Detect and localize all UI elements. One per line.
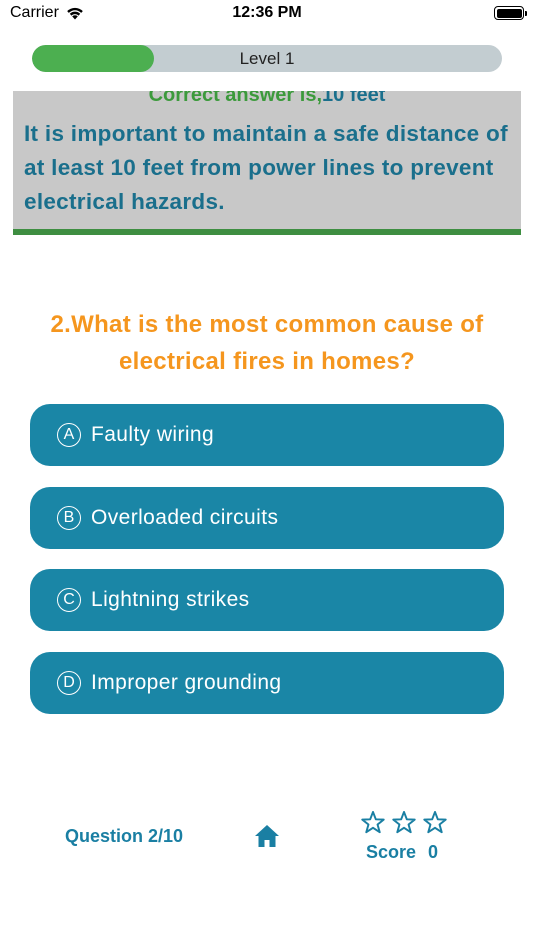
answer-explanation: It is important to maintain a safe dista… — [24, 121, 508, 214]
score-value: 0 — [428, 842, 439, 862]
option-letter-d: D — [57, 671, 81, 695]
answer-feedback-panel: Correct answer is,10 feet It is importan… — [13, 91, 521, 235]
star-rating — [360, 810, 453, 836]
correct-answer-line: Correct answer is,10 feet — [13, 91, 521, 107]
feedback-divider — [13, 229, 521, 235]
option-b-label: Overloaded circuits — [91, 506, 279, 529]
option-letter-a: A — [57, 423, 81, 447]
option-letter-b: B — [57, 506, 81, 530]
battery-icon — [494, 6, 527, 20]
home-icon[interactable] — [254, 824, 280, 848]
option-a-label: Faulty wiring — [91, 423, 215, 446]
status-time: 12:36 PM — [232, 4, 302, 21]
battery-level — [496, 8, 522, 18]
correct-answer-value: 10 feet — [322, 91, 386, 106]
status-bar: Carrier 12:36 PM — [0, 0, 534, 28]
option-letter-c: C — [57, 588, 81, 612]
question-counter: Question 2/10 — [65, 826, 184, 846]
option-c-label: Lightning strikes — [91, 588, 250, 611]
correct-answer-prefix: Correct answer is, — [148, 91, 323, 106]
score-display: Score 0 — [366, 842, 438, 863]
option-b-button[interactable]: B Overloaded circuits — [30, 487, 504, 549]
battery-tip — [524, 10, 527, 16]
star-icon — [361, 810, 385, 834]
star-icon — [423, 810, 447, 834]
question-text: 2.What is the most common cause of elect… — [50, 311, 484, 375]
score-label: Score — [366, 842, 417, 862]
level-label: Level 1 — [239, 49, 295, 68]
star-icon — [392, 810, 416, 834]
option-c-button[interactable]: C Lightning strikes — [30, 569, 504, 631]
option-d-label: Improper grounding — [91, 671, 282, 694]
quiz-screen: Carrier 12:36 PM Level 1 Correct answer … — [0, 0, 534, 950]
option-a-button[interactable]: A Faulty wiring — [30, 404, 504, 466]
level-progress-bar: Level 1 — [32, 45, 502, 72]
option-d-button[interactable]: D Improper grounding — [30, 652, 504, 714]
